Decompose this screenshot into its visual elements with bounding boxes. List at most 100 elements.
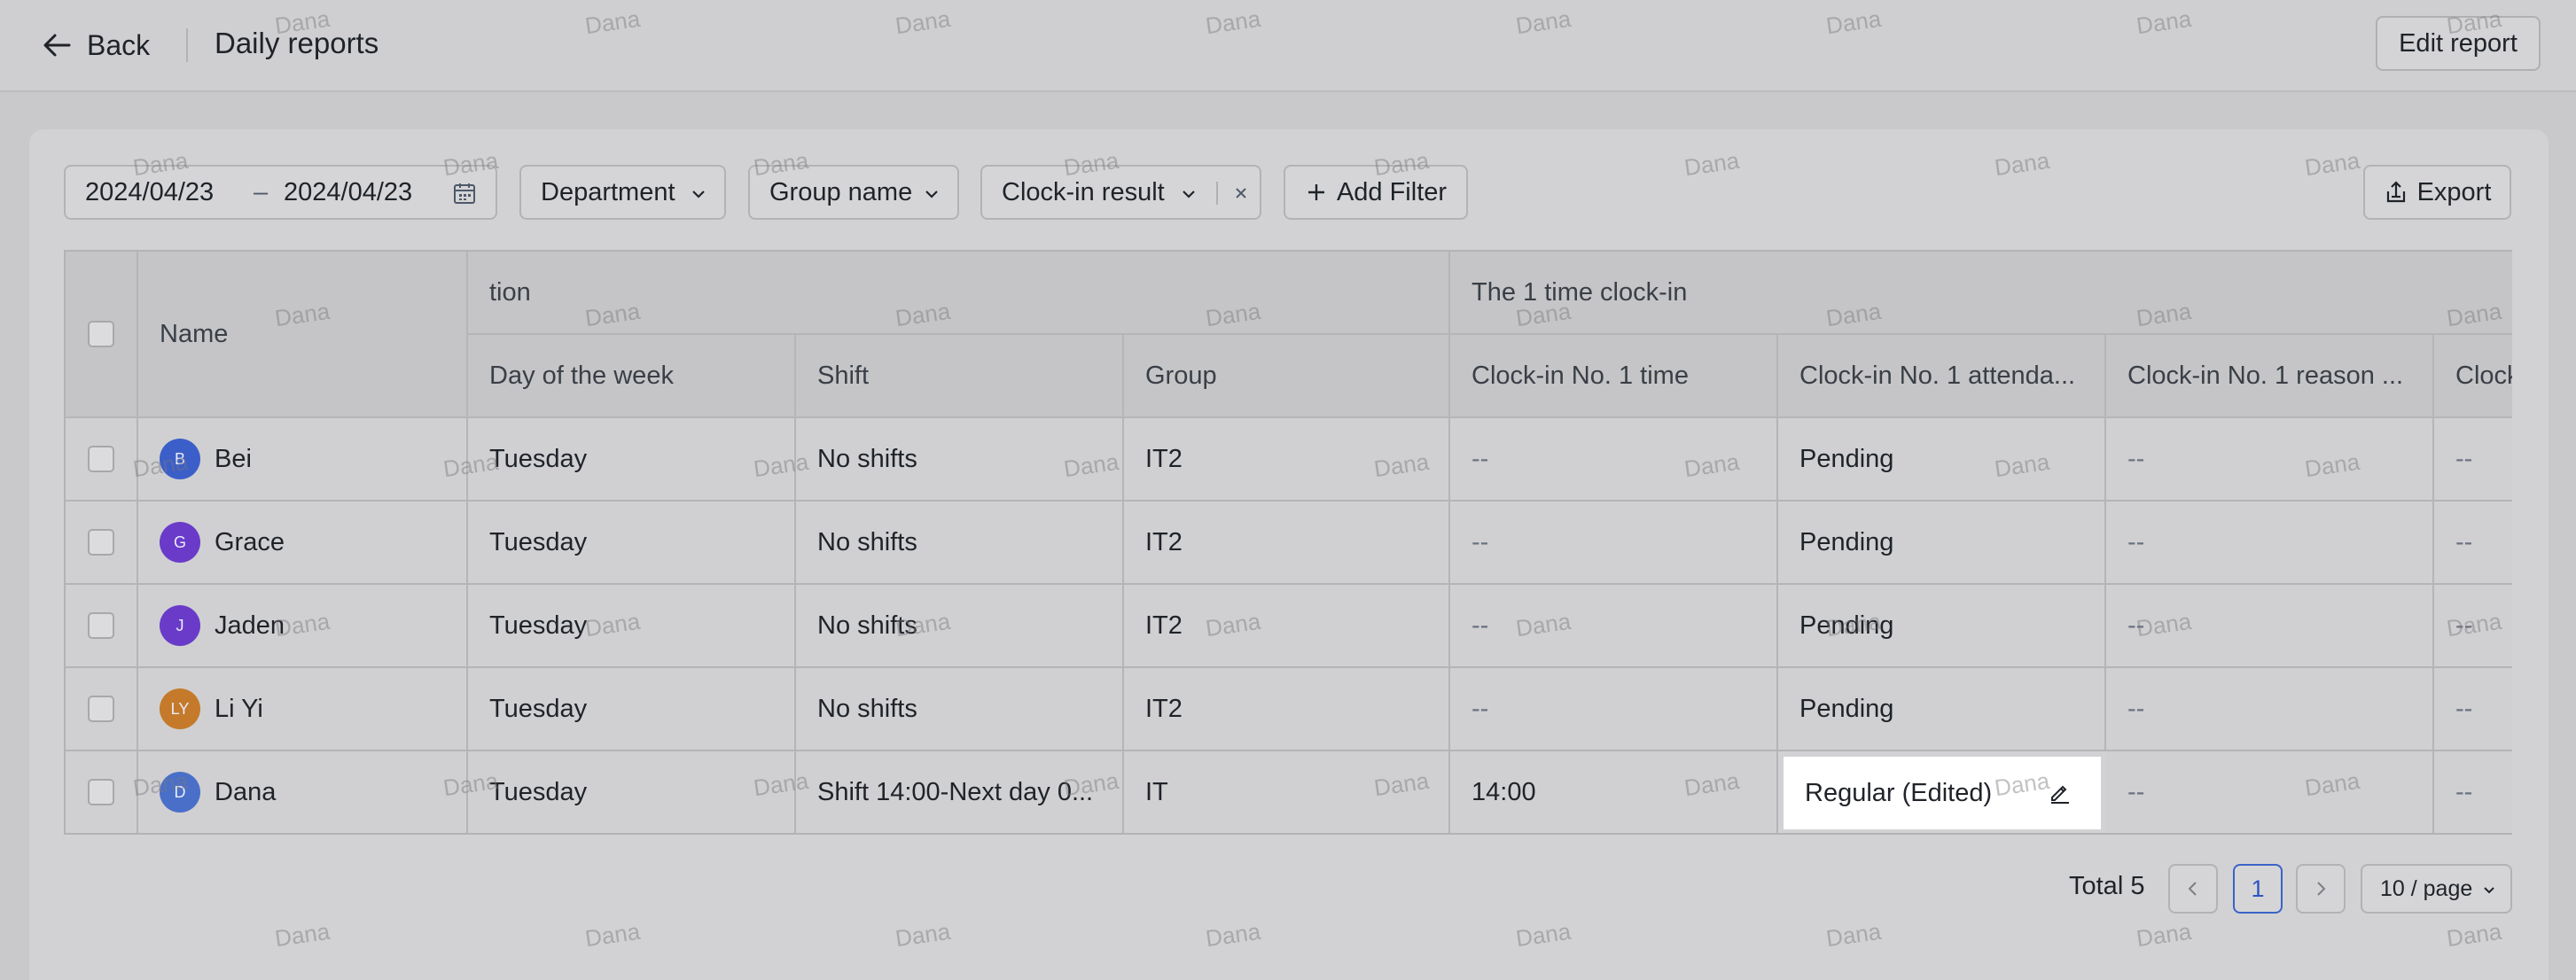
avatar-initials: B [174,449,185,468]
avatar-initials: LY [170,699,190,718]
arrow-left-icon [43,34,71,57]
name-cell: D Dana [138,751,468,833]
reason-cell: -- [2106,585,2434,668]
next-cell: -- [2434,668,2512,751]
reason-cell: -- [2106,751,2434,833]
row-select-cell [66,502,138,585]
column-header-attendance[interactable]: Clock-in No. 1 attenda... [1778,335,2106,418]
day-cell: Tuesday [468,585,796,668]
back-button[interactable]: Back [39,25,150,66]
next-cell: -- [2434,585,2512,668]
column-header-group[interactable]: Group [1124,335,1450,418]
shift-cell: No shifts [796,668,1124,751]
chevron-left-icon [2188,882,2197,896]
clock-in-result-label: Clock-in result [1002,177,1165,206]
column-header-clock-time[interactable]: Clock-in No. 1 time [1450,335,1778,418]
row-checkbox[interactable] [88,696,114,722]
reason-cell: -- [2106,418,2434,502]
avatar: B [160,439,200,479]
day-cell: Tuesday [468,502,796,585]
name-cell: B Bei [138,418,468,502]
attendance-cell[interactable]: Pending [1778,668,2106,751]
name-cell: G Grace [138,502,468,585]
add-filter-button[interactable]: Add Filter [1284,165,1468,220]
next-cell: -- [2434,751,2512,833]
avatar-initials: G [173,533,186,551]
chevron-down-icon [925,191,938,198]
page-number-button[interactable]: 1 [2233,864,2283,914]
column-header-next[interactable]: Clock [2434,335,2512,418]
edit-report-button[interactable]: Edit report [2376,16,2541,71]
row-checkbox[interactable] [88,446,114,472]
group-header-basic: tion [468,252,1450,335]
chevron-down-icon [2484,887,2494,894]
next-page-button[interactable] [2296,864,2346,914]
select-all-cell [66,252,138,418]
day-cell: Tuesday [468,418,796,502]
employee-name[interactable]: Li Yi [215,695,263,724]
attendance-cell[interactable]: Pending [1778,502,2106,585]
clock-time-cell: -- [1450,585,1778,668]
avatar-initials: J [176,616,184,634]
name-cell: LY Li Yi [138,668,468,751]
employee-name[interactable]: Dana [215,778,276,807]
row-select-cell [66,418,138,502]
employee-name[interactable]: Bei [215,445,252,474]
attendance-cell[interactable]: Pending [1778,418,2106,502]
chevron-down-icon [1183,191,1195,198]
row-select-cell [66,668,138,751]
group-name-filter[interactable]: Group name [748,165,959,220]
calendar-icon[interactable] [452,181,477,206]
avatar-initials: D [174,782,186,801]
reason-cell: -- [2106,668,2434,751]
column-header-name[interactable]: Name [138,252,468,418]
clock-time-cell: 14:00 [1450,751,1778,833]
employee-name[interactable]: Jaden [215,611,285,641]
plus-icon [1308,184,1324,200]
column-header-day[interactable]: Day of the week [468,335,796,418]
avatar: D [160,772,200,813]
column-header-reason[interactable]: Clock-in No. 1 reason ... [2106,335,2434,418]
prev-page-button[interactable] [2168,864,2218,914]
name-cell: J Jaden [138,585,468,668]
add-filter-label: Add Filter [1336,177,1448,206]
attendance-cell-editable[interactable]: Regular (Edited) [1784,757,2101,829]
shift-cell: No shifts [796,585,1124,668]
shift-cell: No shifts [796,502,1124,585]
group-cell: IT2 [1124,668,1450,751]
chevron-right-icon [2317,882,2326,896]
select-all-checkbox[interactable] [88,321,114,347]
export-icon [2386,181,2405,203]
back-label: Back [87,28,151,61]
close-icon[interactable] [1232,184,1250,202]
date-start[interactable]: 2024/04/23 [85,178,214,207]
shift-cell: Shift 14:00-Next day 0... [796,751,1124,833]
header-divider [186,28,188,62]
group-name-label: Group name [769,177,913,206]
clock-in-result-filter[interactable]: Clock-in result [980,165,1261,220]
date-end[interactable]: 2024/04/23 [284,178,412,207]
row-select-cell [66,585,138,668]
clock-time-cell: -- [1450,502,1778,585]
clock-time-cell: -- [1450,668,1778,751]
pencil-edit-icon[interactable] [2046,778,2074,806]
avatar: LY [160,688,200,729]
employee-name[interactable]: Grace [215,528,285,557]
filter-separator [1216,182,1218,205]
export-button[interactable]: Export [2363,165,2511,220]
row-checkbox[interactable] [88,779,114,805]
attendance-cell[interactable]: Pending [1778,585,2106,668]
group-cell: IT2 [1124,418,1450,502]
page-size-select[interactable]: 10 / page [2361,864,2512,914]
page-size-label: 10 / page [2380,875,2473,901]
reason-cell: -- [2106,502,2434,585]
date-separator: – [254,177,269,206]
date-range-picker[interactable]: 2024/04/23 – 2024/04/23 [64,165,497,220]
department-filter[interactable]: Department [519,165,726,220]
row-checkbox[interactable] [88,529,114,556]
avatar: J [160,605,200,646]
next-cell: -- [2434,418,2512,502]
column-header-shift[interactable]: Shift [796,335,1124,418]
row-checkbox[interactable] [88,612,114,639]
total-count: Total 5 [2069,872,2145,900]
